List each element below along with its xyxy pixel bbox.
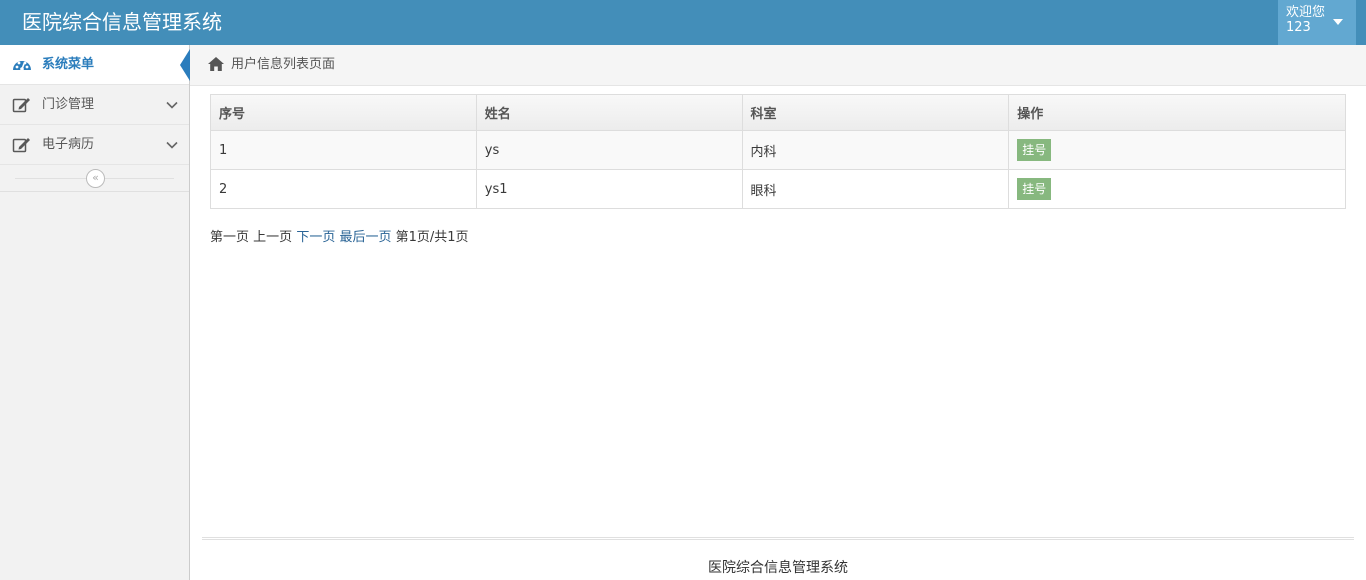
edit-icon	[12, 98, 30, 113]
dashboard-icon	[13, 61, 31, 71]
sidebar-item-label: 电子病历	[42, 137, 95, 152]
caret-down-icon	[1333, 19, 1343, 25]
sidebar-collapse-row: «	[0, 165, 189, 192]
top-navbar: 医院综合信息管理系统 欢迎您 123	[0, 0, 1366, 45]
column-header-action: 操作	[1008, 94, 1346, 131]
next-page-link[interactable]: 下一页	[296, 230, 335, 245]
column-header-id: 序号	[210, 94, 477, 131]
home-icon[interactable]	[207, 56, 225, 72]
chevron-down-icon	[166, 101, 178, 109]
cell-action: 挂号	[1008, 130, 1346, 170]
cell-id: 2	[210, 169, 477, 209]
sidebar-item-outpatient[interactable]: 门诊管理	[0, 85, 189, 125]
chevron-down-icon	[166, 141, 178, 149]
sidebar-item-emr[interactable]: 电子病历	[0, 125, 189, 165]
active-indicator	[180, 49, 190, 81]
breadcrumb-current: 用户信息列表页面	[231, 57, 336, 72]
user-name: 123	[1286, 20, 1311, 35]
column-header-name: 姓名	[475, 94, 743, 131]
table-row: 1 ys 内科 挂号	[210, 130, 1346, 170]
cell-name: ys1	[475, 169, 743, 209]
page-status: 第1页/共1页	[395, 230, 469, 245]
collapse-sidebar-button[interactable]: «	[86, 169, 105, 188]
table-header-row: 序号 姓名 科室 操作	[210, 94, 1346, 131]
table-row: 2 ys1 眼科 挂号	[210, 169, 1346, 209]
sidebar-item-system-menu[interactable]: 系统菜单	[0, 45, 190, 85]
footer-divider	[202, 537, 1354, 540]
column-header-dept: 科室	[741, 94, 1010, 131]
cell-id: 1	[210, 130, 477, 170]
prev-page-label: 上一页	[253, 230, 293, 245]
first-page-label: 第一页	[210, 230, 250, 245]
cell-dept: 眼科	[741, 169, 1010, 209]
welcome-label: 欢迎您	[1286, 5, 1326, 20]
edit-icon	[12, 138, 30, 153]
user-list-table: 序号 姓名 科室 操作 1 ys 内科 挂号 2 ys1 眼科 挂号	[210, 94, 1346, 209]
register-button[interactable]: 挂号	[1017, 178, 1052, 200]
footer-text: 医院综合信息管理系统	[708, 560, 848, 576]
sidebar-item-label: 门诊管理	[42, 97, 95, 112]
cell-dept: 内科	[741, 130, 1010, 170]
sidebar-item-label: 系统菜单	[42, 57, 95, 72]
app-title[interactable]: 医院综合信息管理系统	[22, 9, 222, 35]
cell-name: ys	[475, 130, 743, 170]
breadcrumb: 用户信息列表页面	[190, 45, 1366, 86]
user-menu-toggle[interactable]: 欢迎您 123	[1278, 0, 1356, 45]
pagination: 第一页 上一页 下一页 最后一页 第1页/共1页	[210, 229, 469, 247]
last-page-link[interactable]: 最后一页	[339, 230, 391, 245]
cell-action: 挂号	[1008, 169, 1346, 209]
sidebar: 系统菜单 门诊管理 电子病历 «	[0, 45, 190, 580]
register-button[interactable]: 挂号	[1017, 139, 1052, 161]
